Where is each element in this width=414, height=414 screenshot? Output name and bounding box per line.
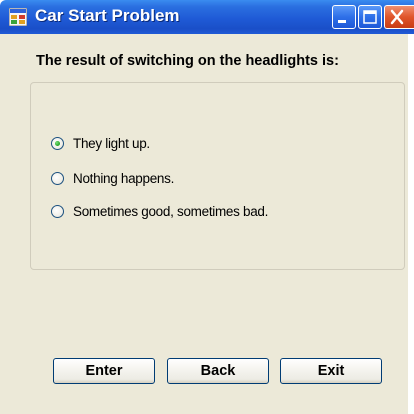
app-window: Car Start Problem The result of switchin… <box>0 0 414 414</box>
radio-selected-icon[interactable] <box>51 136 64 150</box>
radio-unselected-icon[interactable] <box>51 204 64 218</box>
maximize-button[interactable] <box>358 5 382 29</box>
close-button[interactable] <box>384 5 414 29</box>
radio-option-sometimes[interactable]: Sometimes good, sometimes bad. <box>51 201 268 221</box>
radio-option-nothing-happens[interactable]: Nothing happens. <box>51 168 174 188</box>
radio-option-light-up[interactable]: They light up. <box>51 133 150 153</box>
back-button[interactable]: Back <box>167 358 269 384</box>
close-icon <box>390 9 404 25</box>
title-bar[interactable]: Car Start Problem <box>0 0 414 34</box>
question-label: The result of switching on the headlight… <box>36 53 339 69</box>
radio-unselected-icon[interactable] <box>51 171 64 185</box>
enter-button[interactable]: Enter <box>53 358 155 384</box>
minimize-button[interactable] <box>332 5 356 29</box>
maximize-icon <box>363 10 377 24</box>
radio-label: Nothing happens. <box>73 170 175 186</box>
window-edge <box>408 34 414 414</box>
radio-label: Sometimes good, sometimes bad. <box>73 203 269 219</box>
minimize-icon <box>338 20 346 23</box>
exit-button[interactable]: Exit <box>280 358 382 384</box>
radio-dot-icon <box>55 140 60 146</box>
app-icon[interactable] <box>8 7 28 27</box>
radio-label: They light up. <box>73 135 150 151</box>
window-title: Car Start Problem <box>35 6 180 25</box>
